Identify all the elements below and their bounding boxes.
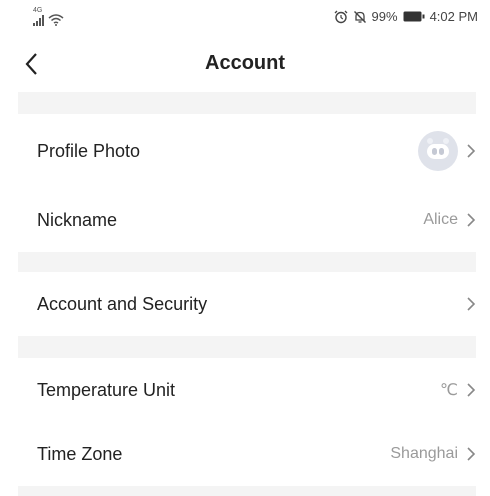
profile-photo-row[interactable]: Profile Photo	[18, 119, 476, 183]
temperature-unit-row[interactable]: Temperature Unit ℃	[18, 358, 476, 422]
time-zone-value: Shanghai	[390, 445, 458, 462]
nav-bar: Account	[0, 36, 490, 92]
section-divider	[18, 336, 476, 358]
status-time: 4:02 PM	[429, 9, 478, 24]
nickname-label: Nickname	[37, 210, 118, 230]
nickname-right: Alice	[423, 188, 476, 252]
chevron-right-icon	[467, 383, 476, 397]
status-bar: 4G 99% 4:02 PM	[0, 0, 490, 36]
chevron-right-icon	[467, 297, 476, 311]
network-type-label: 4G	[33, 7, 43, 14]
temperature-unit-right: ℃	[440, 358, 476, 422]
signal-icon	[33, 15, 44, 26]
status-right: 99% 4:02 PM	[334, 9, 478, 24]
page-title: Account	[205, 52, 285, 74]
time-zone-right: Shanghai	[390, 422, 476, 486]
account-security-label: Account and Security	[37, 294, 208, 314]
avatar	[418, 131, 458, 171]
account-security-right	[466, 272, 476, 336]
section-divider	[18, 250, 476, 272]
alarm-icon	[334, 10, 348, 23]
account-security-row[interactable]: Account and Security	[18, 272, 476, 336]
chevron-right-icon	[467, 213, 476, 227]
section-divider	[18, 92, 476, 114]
time-zone-label: Time Zone	[37, 444, 123, 464]
wifi-icon	[48, 14, 64, 26]
status-left: 4G	[33, 7, 64, 26]
profile-photo-label: Profile Photo	[37, 141, 141, 161]
temperature-unit-value: ℃	[440, 382, 458, 399]
chevron-right-icon	[467, 144, 476, 158]
chevron-right-icon	[467, 447, 476, 461]
nickname-row[interactable]: Nickname Alice	[18, 188, 476, 252]
temperature-unit-label: Temperature Unit	[37, 380, 176, 400]
mute-icon	[353, 10, 366, 23]
profile-photo-right	[418, 119, 476, 183]
cellular-signal: 4G	[33, 7, 44, 26]
nickname-value: Alice	[423, 211, 458, 228]
time-zone-row[interactable]: Time Zone Shanghai	[18, 422, 476, 486]
battery-percent: 99%	[371, 9, 398, 24]
battery-icon	[403, 11, 425, 22]
